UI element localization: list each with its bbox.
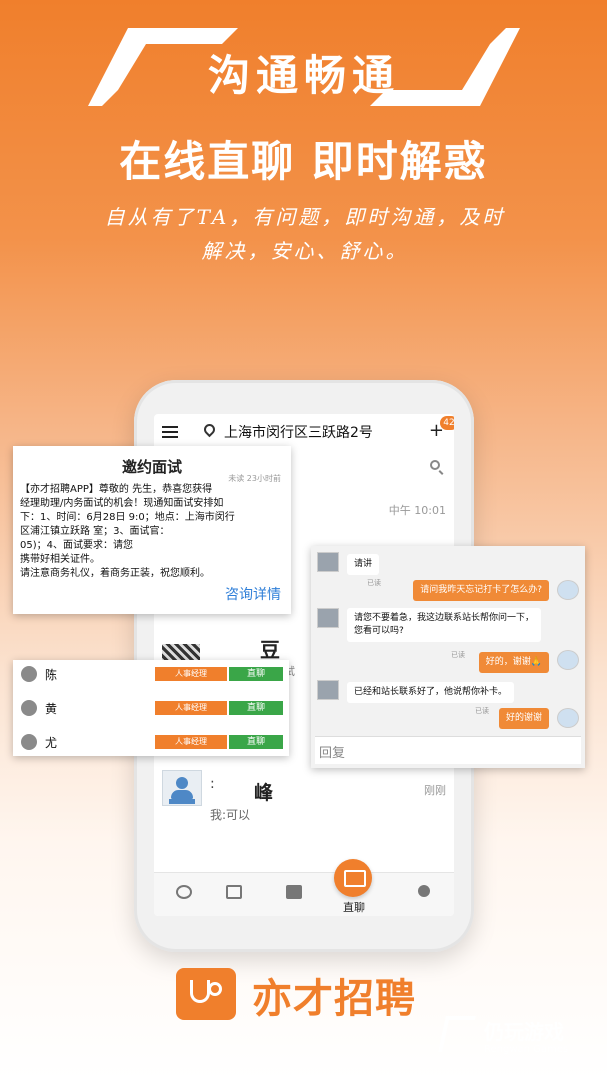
contact-name: 陈 [45,668,58,682]
message-bubble-incoming: 请您不要着急，我这边联系站长帮你问一下， 您看可以吗? [347,608,542,642]
tab-jobs[interactable] [264,873,324,916]
avatar [557,708,579,728]
avatar [317,608,339,628]
banner-title: 沟通畅通 [207,51,400,100]
reply-input[interactable]: 回复 [315,736,581,764]
conversation-preview: 我:可以 [210,808,251,822]
watermark-logo-icon [438,1016,476,1052]
contact-list-card: 陈 人事经理 直聊 黄 人事经理 直聊 尤 人事经理 直聊 [13,660,289,756]
app-header: 上海市闵行区三跃路2号 + 42 [154,414,454,450]
watermark-subtext: Rengwan Games [484,1044,569,1055]
hero-description-line: 解决，安心、舒心。 [201,239,409,263]
hero-description-line: 自从有了TA，有问题，即时沟通，及时 [104,205,506,229]
direct-chat-button[interactable]: 直聊 [229,735,283,749]
contact-name: 黄 [45,702,58,716]
conversation-time: 中午 10:01 [388,504,446,517]
message-bubble-incoming: 请讲 [347,554,380,575]
conversation-time: 刚刚 [424,784,446,797]
contact-name: 尤 [45,736,58,750]
hero-banner: 沟通畅通 [88,28,520,106]
contact-row[interactable]: 黄 人事经理 直聊 [13,694,289,724]
direct-chat-button[interactable]: 直聊 [229,701,283,715]
interview-invitation-card: 邀约面试 未读 23小时前 【亦才招聘APP】尊敬的 先生，恭喜您获得 经理助理… [13,446,291,614]
card-body: 【亦才招聘APP】尊敬的 先生，恭喜您获得 经理助理/内务面试的机会！现通知面试… [20,484,235,579]
message-bubble-outgoing: 好的，谢谢🙏 [478,652,549,673]
consult-details-link[interactable]: 咨询详情 [225,584,281,604]
search-icon[interactable] [430,460,440,470]
message-bubble-outgoing: 好的谢谢 [498,708,549,729]
direct-chat-button[interactable]: 直聊 [229,667,283,681]
role-badge: 人事经理 [155,701,227,715]
read-status: 已读 [367,579,381,587]
user-icon [418,885,430,897]
hero-subtitle: 在线直聊 即时解惑 [119,137,488,186]
contact-row[interactable]: 尤 人事经理 直聊 [13,728,289,758]
home-icon [176,885,192,899]
conversation-name[interactable]: 豆 [260,634,280,663]
location-pin-icon [201,421,218,438]
message-bubble-outgoing: 请问我昨天忘记打卡了怎么办? [413,580,549,601]
avatar [317,680,339,700]
chat-panel: 请讲 已读 请问我昨天忘记打卡了怎么办? 请您不要着急，我这边联系站长帮你问一下… [311,546,585,768]
watermark-text: 仍玩游戏 [484,1020,564,1044]
role-badge: 人事经理 [155,667,227,681]
avatar [21,700,37,716]
user-avatar-icon[interactable] [162,770,202,806]
read-status: 已读 [475,707,489,715]
contact-row[interactable]: 陈 人事经理 直聊 [13,660,289,690]
role-badge: 人事经理 [155,735,227,749]
tab-chat-label: 直聊 [343,901,365,914]
contacts-icon [226,885,242,899]
menu-icon[interactable] [162,426,178,438]
brand-name: 亦才招聘 [252,976,416,1022]
chat-icon [334,859,372,897]
avatar [21,734,37,750]
brand-logo-icon [176,968,236,1020]
read-status: 已读 [451,651,465,659]
briefcase-icon [286,885,302,899]
tab-chat[interactable]: 直聊 [324,859,384,916]
notification-badge: 42 [440,416,454,430]
avatar [317,552,339,572]
location-text[interactable]: 上海市闵行区三跃路2号 [224,422,373,442]
hero-description: 自从有了TA，有问题，即时沟通，及时 解决，安心、舒心。 [90,200,520,268]
conversation-colon: : [210,776,215,792]
bottom-tab-bar: 直聊 [154,859,454,916]
avatar [557,580,579,600]
tab-contacts[interactable] [204,873,264,916]
tab-profile[interactable] [394,873,454,916]
avatar [557,650,579,670]
conversation-name[interactable]: 峰 [254,778,273,805]
avatar [21,666,37,682]
message-bubble-incoming: 已经和站长联系好了，他说帮你补卡。 [347,682,515,703]
